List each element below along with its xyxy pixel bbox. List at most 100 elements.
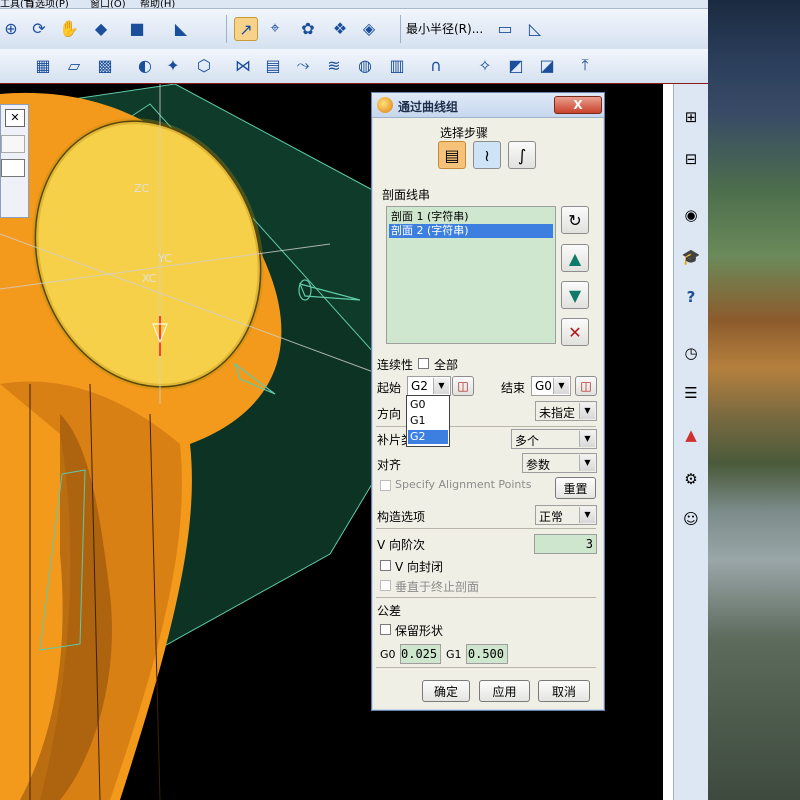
start-continuity-dropdown[interactable]: G2 ▼ [407, 376, 451, 396]
ruler-icon[interactable]: ▭ [494, 17, 516, 39]
palette-icon[interactable]: ✿ [297, 17, 319, 39]
sweep-icon[interactable]: ◐ [134, 54, 156, 76]
toolbar-surface: ▦ ▱ ▩ ◐ ✦ ⬡ ⋈ ▤ ⤳ ≋ ◍ ▥ ∩ ✧ ◩ ◪ ⤒ [0, 49, 708, 85]
end-face-select-icon[interactable]: ◫ [575, 376, 597, 396]
v-closed-checkbox[interactable] [380, 560, 391, 571]
pan-icon[interactable]: ✋ [58, 17, 80, 39]
axis-label-yc: YC [157, 252, 172, 265]
alignment-label: 对齐 [377, 458, 402, 472]
menu-item-window[interactable]: 窗口(O) [90, 0, 126, 8]
list-item-selected[interactable]: 剖面 2 (字符串) [389, 224, 553, 238]
help-icon[interactable]: ? [678, 284, 704, 310]
continuity-dropdown-list[interactable]: G0 G1 G2 [406, 395, 450, 447]
min-radius-button[interactable]: 最小半径(R)... [406, 20, 483, 37]
menu-item-help[interactable]: 帮助(H) [140, 0, 175, 8]
view-orientation-icon[interactable]: ◣ [170, 17, 192, 39]
fit-view-icon[interactable]: ◆ [90, 17, 112, 39]
trim-icon[interactable]: ▥ [386, 54, 408, 76]
end-label: 结束 [501, 381, 526, 395]
section-list[interactable]: 剖面 1 (字符串) 剖面 2 (字符串) [386, 206, 556, 344]
reset-button[interactable]: 重置 [555, 477, 596, 499]
tolerance-label: 公差 [377, 604, 402, 618]
rule-surface-icon[interactable]: ✦ [162, 54, 184, 76]
keep-shape-checkbox[interactable] [380, 624, 391, 635]
spine-step-button[interactable]: ≀ [473, 141, 501, 169]
direction-dropdown[interactable]: 未指定 ▼ [535, 401, 597, 421]
left-panel-close-icon[interactable]: ✕ [5, 109, 25, 127]
start-face-select-icon[interactable]: ◫ [452, 376, 474, 396]
axis-label-xc: XC [142, 272, 157, 285]
section-step-button[interactable]: ▤ [438, 141, 466, 169]
training-icon[interactable]: 🎓 [678, 244, 704, 270]
dialog-title-bar[interactable]: 通过曲线组 X [372, 93, 604, 118]
magnet-icon[interactable]: ∩ [425, 54, 447, 76]
dialog-close-button[interactable]: X [554, 96, 602, 114]
ok-button[interactable]: 确定 [422, 680, 470, 702]
angle-icon[interactable]: ◺ [524, 17, 546, 39]
construct-options-dropdown[interactable]: 正常 ▼ [535, 505, 597, 525]
g0-tolerance-field[interactable]: 0.025 [400, 644, 441, 664]
move-down-icon[interactable]: ▼ [561, 281, 589, 309]
chevron-down-icon: ▼ [553, 378, 569, 394]
viewport-edge [663, 84, 673, 800]
left-docked-panel: ✕ [0, 104, 29, 218]
patch-icon[interactable]: ▱ [63, 54, 85, 76]
left-panel-dropdown-2[interactable] [1, 159, 25, 177]
blend-icon[interactable]: ◍ [354, 54, 376, 76]
history-icon[interactable]: ◷ [678, 340, 704, 366]
curvature-icon[interactable]: ◪ [536, 54, 558, 76]
wcs-icon[interactable]: ⌖ [264, 17, 286, 39]
add-section-icon[interactable]: ↻ [561, 206, 589, 234]
process-icon[interactable]: ⚙ [678, 466, 704, 492]
web-browser-icon[interactable]: ◉ [678, 202, 704, 228]
list-item[interactable]: 剖面 1 (字符串) [389, 210, 553, 224]
csys-icon[interactable]: ↗ [234, 17, 258, 41]
menu-item-preferences[interactable]: 首选项(P) [25, 0, 69, 8]
alignment-dropdown[interactable]: 参数 ▼ [522, 453, 597, 473]
offset-icon[interactable]: ≋ [323, 54, 345, 76]
display-icon[interactable]: ◈ [358, 17, 380, 39]
bridge-icon[interactable]: ⋈ [232, 54, 254, 76]
continuity-label: 连续性 [377, 358, 414, 372]
visualization-icon[interactable]: ▲ [678, 422, 704, 448]
assembly-navigator-icon[interactable]: ⊞ [678, 104, 704, 130]
apply-button[interactable]: 应用 [479, 680, 530, 702]
remove-section-icon[interactable]: ✕ [561, 318, 589, 346]
resource-bar: ⊞ ⊟ ◉ 🎓 ? ◷ ☰ ▲ ⚙ ☺ [673, 84, 709, 800]
dropdown-option-g1[interactable]: G1 [408, 414, 448, 428]
surface-grid-icon[interactable]: ▦ [32, 54, 54, 76]
part-navigator-icon[interactable]: ⊟ [678, 146, 704, 172]
move-up-icon[interactable]: ▲ [561, 244, 589, 272]
chevron-down-icon: ▼ [579, 431, 595, 447]
layer-icon[interactable]: ❖ [329, 17, 351, 39]
cancel-button[interactable]: 取消 [538, 680, 590, 702]
keep-shape-label: 保留形状 [395, 624, 444, 638]
n-sided-icon[interactable]: ⬡ [193, 54, 215, 76]
patch-type-dropdown[interactable]: 多个 ▼ [511, 429, 597, 449]
analysis-icon[interactable]: ✧ [474, 54, 496, 76]
section-analysis-icon[interactable]: ◩ [505, 54, 527, 76]
g1-tolerance-field[interactable]: 0.500 [466, 644, 508, 664]
dropdown-option-g0[interactable]: G0 [408, 398, 448, 412]
roles-icon[interactable]: ☺ [678, 506, 704, 532]
mesh-icon[interactable]: ▩ [94, 54, 116, 76]
left-panel-dropdown-1[interactable] [1, 135, 25, 153]
v-degree-field[interactable]: 3 [534, 534, 597, 554]
specify-alignment-checkbox[interactable] [380, 480, 391, 491]
all-checkbox[interactable] [418, 358, 429, 369]
through-curves-icon[interactable]: ▤ [262, 54, 284, 76]
dropdown-option-g2[interactable]: G2 [408, 430, 448, 444]
extension-icon[interactable]: ⤳ [292, 54, 314, 76]
reuse-library-icon[interactable]: ☰ [678, 380, 704, 406]
render-style-icon[interactable]: ■ [126, 17, 148, 39]
dialog-app-icon [377, 97, 393, 113]
end-continuity-dropdown[interactable]: G0 ▼ [531, 376, 571, 396]
draft-icon[interactable]: ⤒ [574, 54, 596, 76]
desktop-background [708, 0, 800, 800]
g0-tolerance-label: G0 [380, 648, 396, 661]
construct-options-label: 构造选项 [377, 510, 426, 524]
rotate-icon[interactable]: ⟳ [28, 17, 50, 39]
zoom-icon[interactable]: ⊕ [0, 17, 22, 39]
alignment-step-button[interactable]: ∫ [508, 141, 536, 169]
perpendicular-checkbox[interactable] [380, 580, 391, 591]
